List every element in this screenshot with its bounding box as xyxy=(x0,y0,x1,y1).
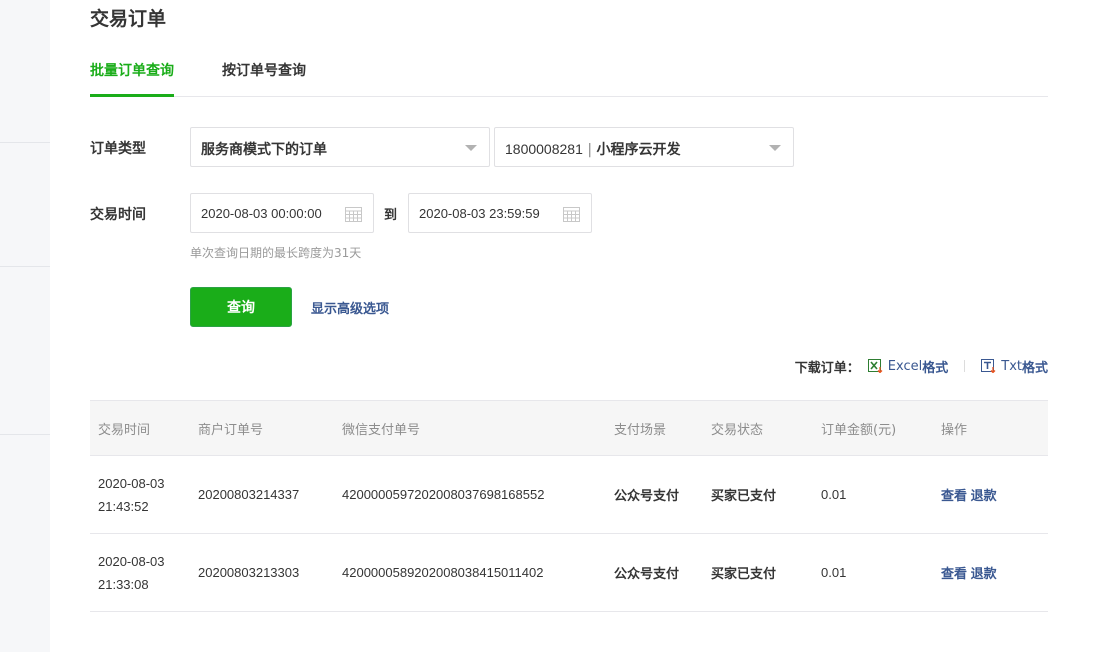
app-name-text: 小程序云开发 xyxy=(596,142,681,158)
start-time-input[interactable]: 2020-08-03 00:00:00 xyxy=(190,193,374,233)
header-pay-scene: 支付场景 xyxy=(614,400,711,456)
trade-clock: 21:43:52 xyxy=(98,498,149,514)
txt-link-text: Txt xyxy=(1001,358,1022,374)
txt-format-text: 格式 xyxy=(1021,360,1048,376)
calendar-icon xyxy=(563,207,580,222)
pay-scene-cell: 公众号支付 xyxy=(614,455,711,534)
pay-scene-cell: 公众号支付 xyxy=(614,533,711,612)
txt-download-link[interactable]: Txt 格式 xyxy=(981,357,1048,376)
sidebar-divider xyxy=(0,434,50,435)
end-time-value: 2020-08-03 23:59:59 xyxy=(419,206,540,221)
time-label: 交易时间 xyxy=(90,207,146,223)
query-button[interactable]: 查询 xyxy=(190,287,292,327)
header-wechat-pay-no: 微信支付单号 xyxy=(342,400,614,456)
appid-text: 1800008281 xyxy=(505,141,583,157)
order-type-select[interactable]: 服务商模式下的订单 xyxy=(190,127,490,167)
refund-link[interactable]: 退款 xyxy=(971,567,997,582)
merchant-order-no-cell: 20200803214337 xyxy=(198,455,342,534)
order-type-label: 订单类型 xyxy=(90,141,146,157)
wechat-pay-no-cell: 4200000597202008037698168552 xyxy=(342,455,614,534)
txt-file-icon xyxy=(981,359,996,373)
trade-clock: 21:33:08 xyxy=(98,576,149,592)
trade-time-cell: 2020-08-03 21:33:08 xyxy=(90,533,198,612)
actions-cell: 查看 退款 xyxy=(941,455,1048,534)
tab-batch-query[interactable]: 批量订单查询 xyxy=(90,60,174,97)
page-title: 交易订单 xyxy=(90,8,167,30)
tab-bar: 批量订单查询 按订单号查询 xyxy=(90,50,1048,97)
chevron-down-icon xyxy=(769,145,781,151)
app-select[interactable]: 1800008281 | 小程序云开发 xyxy=(494,127,794,167)
download-bar: 下载订单： Excel 格式 Txt 格式 xyxy=(794,357,1048,376)
header-amount: 订单金额(元) xyxy=(821,400,941,456)
table-header: 交易时间 商户订单号 微信支付单号 支付场景 交易状态 订单金额(元) 操作 xyxy=(90,400,1048,456)
start-time-value: 2020-08-03 00:00:00 xyxy=(201,206,322,221)
tab-order-number-query[interactable]: 按订单号查询 xyxy=(222,60,306,97)
trade-date: 2020-08-03 xyxy=(98,475,165,491)
chevron-down-icon xyxy=(465,145,477,151)
header-trade-time: 交易时间 xyxy=(90,400,198,456)
view-link[interactable]: 查看 xyxy=(941,489,967,504)
trade-date: 2020-08-03 xyxy=(98,553,165,569)
sidebar-divider xyxy=(0,266,50,267)
trade-status-cell: 买家已支付 xyxy=(711,455,821,534)
wechat-pay-no-cell: 4200000589202008038415011402 xyxy=(342,533,614,612)
end-time-input[interactable]: 2020-08-03 23:59:59 xyxy=(408,193,592,233)
excel-format-text: 格式 xyxy=(922,360,949,376)
header-merchant-order-no: 商户订单号 xyxy=(198,400,342,456)
sidebar-divider xyxy=(0,142,50,143)
orders-table: 交易时间 商户订单号 微信支付单号 支付场景 交易状态 订单金额(元) 操作 2… xyxy=(90,400,1048,612)
amount-cell: 0.01 xyxy=(821,455,941,534)
calendar-icon xyxy=(345,207,362,222)
excel-link-text: Excel xyxy=(887,358,923,374)
refund-link[interactable]: 退款 xyxy=(971,489,997,504)
view-link[interactable]: 查看 xyxy=(941,567,967,582)
trade-time-cell: 2020-08-03 21:43:52 xyxy=(90,455,198,534)
left-sidebar xyxy=(0,0,50,652)
table-row: 2020-08-03 21:43:52 20200803214337 42000… xyxy=(90,455,1048,534)
header-actions: 操作 xyxy=(941,400,1048,456)
table-header-row: 交易时间 商户订单号 微信支付单号 支付场景 交易状态 订单金额(元) 操作 xyxy=(90,400,1048,456)
merchant-order-no-cell: 20200803213303 xyxy=(198,533,342,612)
separator: | xyxy=(587,142,597,158)
actions-cell: 查看 退款 xyxy=(941,533,1048,612)
download-label: 下载订单： xyxy=(794,360,860,376)
trade-status-cell: 买家已支付 xyxy=(711,533,821,612)
amount-cell: 0.01 xyxy=(821,533,941,612)
to-label: 到 xyxy=(384,208,398,223)
header-trade-status: 交易状态 xyxy=(711,400,821,456)
divider xyxy=(964,360,966,372)
excel-icon xyxy=(867,359,883,373)
table-row: 2020-08-03 21:33:08 20200803213303 42000… xyxy=(90,533,1048,612)
order-type-value: 服务商模式下的订单 xyxy=(201,142,327,158)
advanced-options-link[interactable]: 显示高级选项 xyxy=(311,298,389,317)
excel-download-link[interactable]: Excel 格式 xyxy=(867,357,949,376)
app-select-value: 1800008281 | 小程序云开发 xyxy=(505,139,681,159)
date-range-hint: 单次查询日期的最长跨度为31天 xyxy=(190,246,362,260)
